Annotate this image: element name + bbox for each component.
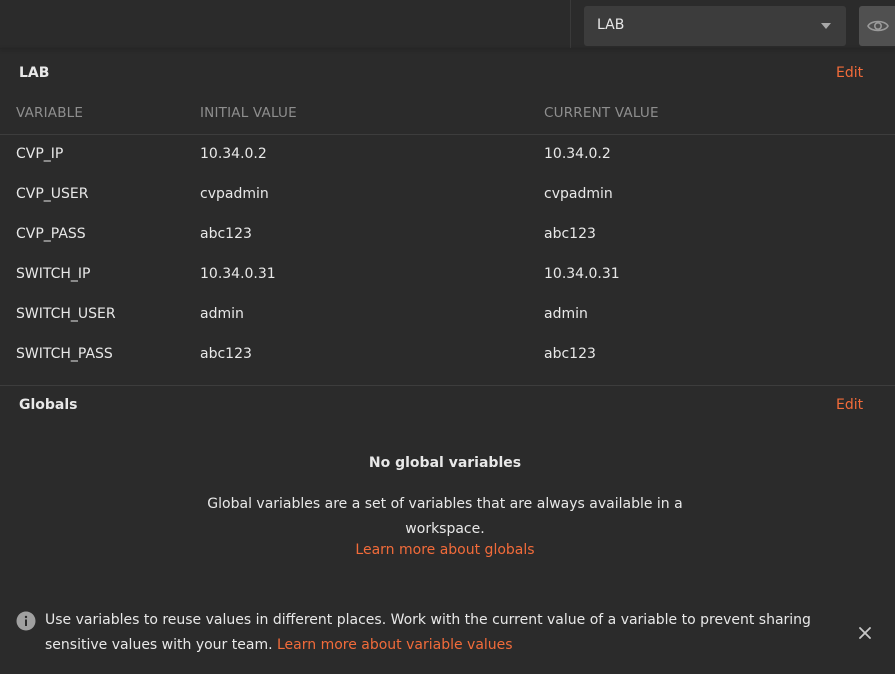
- variable-name: CVP_USER: [16, 186, 89, 202]
- environment-selector[interactable]: LAB: [584, 6, 846, 46]
- edit-environment-link[interactable]: Edit: [836, 65, 863, 81]
- table-row: SWITCH_IP 10.34.0.31 10.34.0.31: [0, 255, 895, 295]
- variables-table: CVP_IP 10.34.0.2 10.34.0.2 CVP_USER cvpa…: [0, 135, 895, 375]
- table-row: CVP_IP 10.34.0.2 10.34.0.2: [0, 135, 895, 175]
- table-row: SWITCH_PASS abc123 abc123: [0, 335, 895, 375]
- column-header-initial-value: INITIAL VALUE: [200, 105, 297, 121]
- current-value: abc123: [544, 226, 596, 242]
- top-bar: LAB: [0, 0, 895, 52]
- variable-name: CVP_PASS: [16, 226, 86, 242]
- variable-name: SWITCH_USER: [16, 306, 116, 322]
- table-row: SWITCH_USER admin admin: [0, 295, 895, 335]
- empty-state-title: No global variables: [368, 455, 522, 471]
- top-bar-bottom-border: [0, 48, 895, 49]
- close-icon[interactable]: [857, 625, 873, 641]
- column-header-variable: VARIABLE: [16, 105, 84, 121]
- section-divider: [0, 385, 895, 386]
- current-value: 10.34.0.31: [544, 266, 620, 282]
- current-value: admin: [544, 306, 588, 322]
- column-header-current-value: CURRENT VALUE: [544, 105, 659, 121]
- current-value: 10.34.0.2: [544, 146, 611, 162]
- learn-more-variable-values-link[interactable]: Learn more about variable values: [277, 637, 513, 653]
- initial-value: abc123: [200, 346, 252, 362]
- edit-globals-link[interactable]: Edit: [836, 397, 863, 413]
- environment-quick-look-button[interactable]: [859, 6, 895, 46]
- variable-name: SWITCH_PASS: [16, 346, 113, 362]
- initial-value: admin: [200, 306, 244, 322]
- environment-selector-value: LAB: [597, 17, 625, 33]
- chevron-down-icon: [821, 23, 831, 29]
- top-bar-divider: [570, 0, 571, 48]
- initial-value: abc123: [200, 226, 252, 242]
- current-value: abc123: [544, 346, 596, 362]
- learn-more-globals-link[interactable]: Learn more about globals: [0, 542, 890, 558]
- empty-state-description: Global variables are a set of variables …: [207, 496, 683, 537]
- initial-value: cvpadmin: [200, 186, 269, 202]
- table-row: CVP_PASS abc123 abc123: [0, 215, 895, 255]
- variable-name: CVP_IP: [16, 146, 64, 162]
- eye-icon: [867, 20, 889, 32]
- environment-section-title: LAB: [19, 65, 50, 81]
- table-row: CVP_USER cvpadmin cvpadmin: [0, 175, 895, 215]
- initial-value: 10.34.0.2: [200, 146, 267, 162]
- info-banner: Use variables to reuse values in differe…: [45, 608, 835, 658]
- variable-name: SWITCH_IP: [16, 266, 91, 282]
- current-value: cvpadmin: [544, 186, 613, 202]
- initial-value: 10.34.0.31: [200, 266, 276, 282]
- globals-section-title: Globals: [19, 397, 78, 413]
- info-icon: [16, 611, 36, 631]
